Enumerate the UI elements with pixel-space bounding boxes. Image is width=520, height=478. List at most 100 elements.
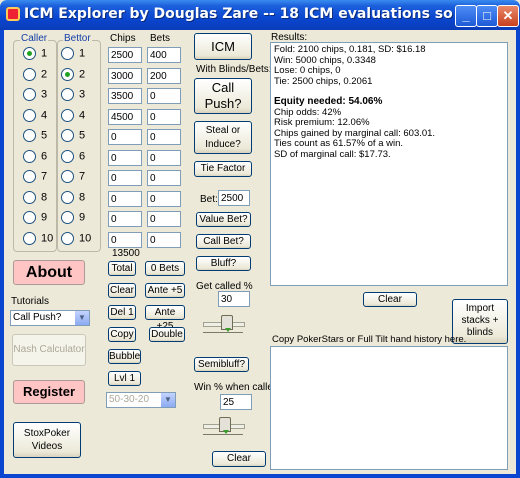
bettor-radio-4[interactable]: 4 <box>61 108 85 123</box>
bets-input-5[interactable]: 0 <box>147 129 181 145</box>
bettor-radio-8[interactable]: 8 <box>61 190 85 205</box>
radio-label: 1 <box>41 47 48 60</box>
chevron-down-icon: ▼ <box>75 311 89 325</box>
radio-dot-icon <box>61 129 74 142</box>
clear-stacks-button[interactable]: Clear <box>108 283 136 298</box>
clear-results-button[interactable]: Clear <box>363 292 417 307</box>
chips-input-6[interactable]: 0 <box>108 149 142 166</box>
semibluff-button[interactable]: Semibluff? <box>194 357 249 372</box>
minimize-button[interactable]: _ <box>455 5 477 27</box>
lvl1-button[interactable]: Lvl 1 <box>108 371 141 386</box>
caller-radio-2[interactable]: 2 <box>23 67 48 82</box>
window-title: ICM Explorer by Douglas Zare -- 18 ICM e… <box>24 6 484 22</box>
chips-input-9[interactable]: 0 <box>108 211 142 227</box>
radio-label: 9 <box>79 211 86 224</box>
bets-input-3[interactable]: 0 <box>147 88 181 104</box>
chips-input-10[interactable]: 0 <box>108 231 142 248</box>
tutorials-select[interactable]: Call Push? ▼ <box>10 310 90 326</box>
del1-button[interactable]: Del 1 <box>108 305 136 320</box>
tie-factor-button[interactable]: Tie Factor <box>194 161 252 177</box>
ante5-button[interactable]: Ante +5 <box>145 283 185 298</box>
call-bet-button[interactable]: Call Bet? <box>196 234 251 249</box>
steal-induce-button[interactable]: Steal or Induce? <box>194 121 252 154</box>
bettor-radio-3[interactable]: 3 <box>61 88 85 102</box>
results-line: Risk premium: 12.06% <box>274 117 370 128</box>
win-when-called-slider[interactable] <box>203 414 245 438</box>
bluff-button[interactable]: Bluff? <box>196 256 251 271</box>
caller-radio-6[interactable]: 6 <box>23 149 47 164</box>
bubble-button[interactable]: Bubble <box>108 349 141 364</box>
radio-dot-icon <box>23 47 36 60</box>
bets-input-1[interactable]: 400 <box>147 47 181 63</box>
hand-history-textarea[interactable] <box>270 346 508 470</box>
bets-input-7[interactable]: 0 <box>147 170 181 186</box>
get-called-slider[interactable] <box>203 312 245 336</box>
get-called-input[interactable]: 30 <box>218 291 250 307</box>
copy-button[interactable]: Copy <box>108 327 136 342</box>
bets-input-8[interactable]: 0 <box>147 190 181 207</box>
total-button[interactable]: Total <box>108 261 136 276</box>
bets-input-4[interactable]: 0 <box>147 108 181 125</box>
caller-radio-5[interactable]: 5 <box>23 129 47 143</box>
bettor-radio-1[interactable]: 1 <box>61 47 85 61</box>
bettor-radio-6[interactable]: 6 <box>61 149 86 164</box>
results-line: SD of marginal call: $17.73. <box>274 148 391 160</box>
radio-dot-icon <box>61 231 74 245</box>
bet-input[interactable]: 2500 <box>218 190 250 206</box>
double-button[interactable]: Double <box>149 327 185 342</box>
chips-input-8[interactable]: 0 <box>108 190 142 207</box>
bettor-radio-7[interactable]: 7 <box>61 170 85 184</box>
value-bet-button[interactable]: Value Bet? <box>196 212 251 227</box>
chips-input-7[interactable]: 0 <box>108 170 142 186</box>
chips-input-2[interactable]: 3000 <box>108 67 142 84</box>
bettor-radio-2[interactable]: 2 <box>61 67 85 82</box>
close-button[interactable]: ✕ <box>497 5 519 27</box>
caller-radio-8[interactable]: 8 <box>23 190 47 205</box>
caller-radio-9[interactable]: 9 <box>23 211 47 225</box>
stoxpoker-videos-button[interactable]: StoxPoker Videos <box>13 422 81 458</box>
chips-input-3[interactable]: 3500 <box>108 88 142 104</box>
radio-label: 3 <box>79 88 86 101</box>
window-frame-right <box>516 30 520 478</box>
register-button[interactable]: Register <box>13 380 85 404</box>
bettor-radio-10[interactable]: 10 <box>61 231 91 246</box>
title-bar[interactable]: ICM Explorer by Douglas Zare -- 18 ICM e… <box>0 0 520 30</box>
win-when-called-input[interactable]: 25 <box>220 394 252 410</box>
nash-calculator-button[interactable]: Nash Calculator <box>12 334 86 366</box>
call-push-button[interactable]: Call Push? <box>194 78 252 114</box>
maximize-button[interactable]: □ <box>476 5 498 27</box>
bets-input-9[interactable]: 0 <box>147 211 181 227</box>
chips-header: Chips <box>110 33 136 44</box>
caller-radio-1[interactable]: 1 <box>23 47 47 61</box>
radio-label: 3 <box>41 88 48 101</box>
bets-input-2[interactable]: 200 <box>147 67 181 84</box>
icm-button[interactable]: ICM <box>194 33 252 60</box>
caller-radio-3[interactable]: 3 <box>23 88 47 102</box>
radio-label: 2 <box>41 67 48 80</box>
chips-input-4[interactable]: 4500 <box>108 108 142 125</box>
caller-radio-7[interactable]: 7 <box>23 170 47 184</box>
results-panel[interactable]: Fold: 2100 chips, 0.181, SD: $16.18 Win: … <box>270 42 508 286</box>
caller-radio-4[interactable]: 4 <box>23 108 47 123</box>
structure-select[interactable]: 50-30-20 ▼ <box>106 392 176 408</box>
results-line: Lose: 0 chips, 0 <box>274 65 341 76</box>
clear-inputs-button[interactable]: Clear <box>212 451 266 467</box>
radio-dot-icon <box>23 149 36 163</box>
about-button[interactable]: About <box>13 260 85 285</box>
bettor-radio-9[interactable]: 9 <box>61 211 85 225</box>
bets-input-10[interactable]: 0 <box>147 231 181 248</box>
zero-bets-button[interactable]: 0 Bets <box>145 261 185 276</box>
bets-input-6[interactable]: 0 <box>147 149 181 166</box>
slider-thumb[interactable] <box>219 417 231 434</box>
bettor-radio-5[interactable]: 5 <box>61 129 85 143</box>
chips-input-1[interactable]: 2500 <box>108 47 142 63</box>
radio-label: 9 <box>41 211 48 224</box>
slider-thumb[interactable] <box>221 315 233 332</box>
results-line: Fold: 2100 chips, 0.181, SD: $16.18 <box>274 44 426 55</box>
chips-input-5[interactable]: 0 <box>108 129 142 145</box>
radio-label: 6 <box>79 149 86 162</box>
radio-label: 5 <box>79 129 86 142</box>
ante25-button[interactable]: Ante +25 <box>145 305 185 332</box>
caller-radio-10[interactable]: 10 <box>23 231 53 246</box>
results-line: Ties count as 61.57% of a win. <box>274 138 404 149</box>
